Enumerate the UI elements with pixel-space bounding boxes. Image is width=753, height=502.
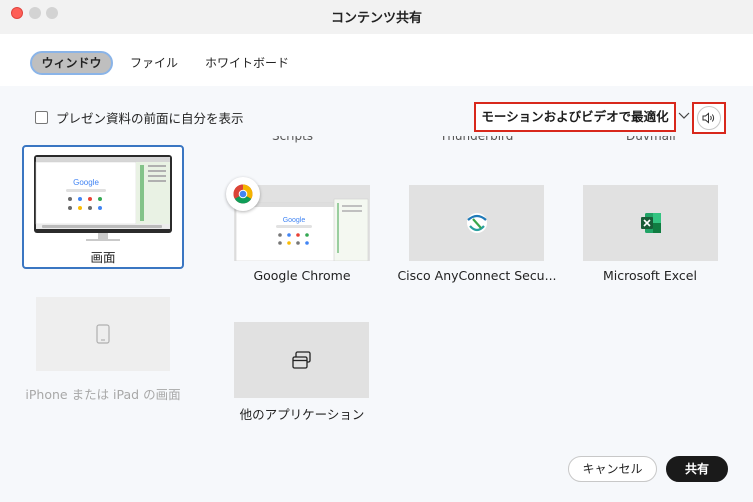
chrome-google-logo: Google <box>283 217 306 224</box>
truncated-label: Thunderbird <box>440 136 514 143</box>
windows-stack-icon <box>292 351 311 369</box>
chrome-icon <box>226 177 260 211</box>
tab-file[interactable]: ファイル <box>122 51 186 75</box>
app-card-other-applications[interactable] <box>234 322 369 398</box>
app-label-cisco-anyconnect: Cisco AnyConnect Secu... <box>397 268 557 283</box>
app-card-microsoft-excel[interactable] <box>583 185 718 261</box>
tab-window[interactable]: ウィンドウ <box>30 51 113 75</box>
present-in-front-label: プレゼン資料の前面に自分を表示 <box>56 110 244 126</box>
window-title: コンテンツ共有 <box>330 11 422 26</box>
truncated-label: Duvmail <box>626 136 676 143</box>
present-in-front-option[interactable]: プレゼン資料の前面に自分を表示 <box>35 108 244 126</box>
phone-icon <box>96 324 110 344</box>
share-audio-button[interactable] <box>692 102 726 134</box>
cisco-anyconnect-icon <box>467 213 487 233</box>
chevron-down-icon[interactable] <box>677 108 691 122</box>
truncated-label: Scripts <box>272 136 314 143</box>
share-button[interactable]: 共有 <box>666 456 728 482</box>
title-bar: コンテンツ共有 <box>0 0 753 34</box>
share-source-panel: プレゼン資料の前面に自分を表示 モーションおよびビデオで最適化 Scripts … <box>0 86 753 502</box>
present-in-front-checkbox[interactable] <box>35 110 48 124</box>
app-card-google-chrome[interactable]: Google <box>226 177 370 277</box>
app-label-google-chrome: Google Chrome <box>253 268 351 283</box>
tab-whiteboard[interactable]: ホワイトボード <box>198 51 296 75</box>
iphone-ipad-label: iPhone または iPad の画面 <box>25 387 181 402</box>
screen-thumbnail: Google <box>34 155 172 241</box>
app-label-microsoft-excel: Microsoft Excel <box>603 268 697 283</box>
app-label-other-applications: 他のアプリケーション <box>239 407 365 422</box>
cancel-button[interactable]: キャンセル <box>568 456 657 482</box>
screen-share-card[interactable]: Google 画面 <box>22 145 184 269</box>
optimize-mode-select[interactable]: モーションおよびビデオで最適化 <box>474 102 676 132</box>
speaker-icon <box>702 112 715 124</box>
share-content-dialog: コンテンツ共有 ウィンドウ ファイル ホワイトボード プレゼン資料の前面に自分を… <box>0 0 753 502</box>
screen-google-logo: Google <box>73 178 99 187</box>
app-card-cisco-anyconnect[interactable] <box>409 185 544 261</box>
screen-label: 画面 <box>90 250 116 265</box>
excel-icon <box>641 213 661 233</box>
tab-bar: ウィンドウ ファイル ホワイトボード <box>0 34 753 86</box>
